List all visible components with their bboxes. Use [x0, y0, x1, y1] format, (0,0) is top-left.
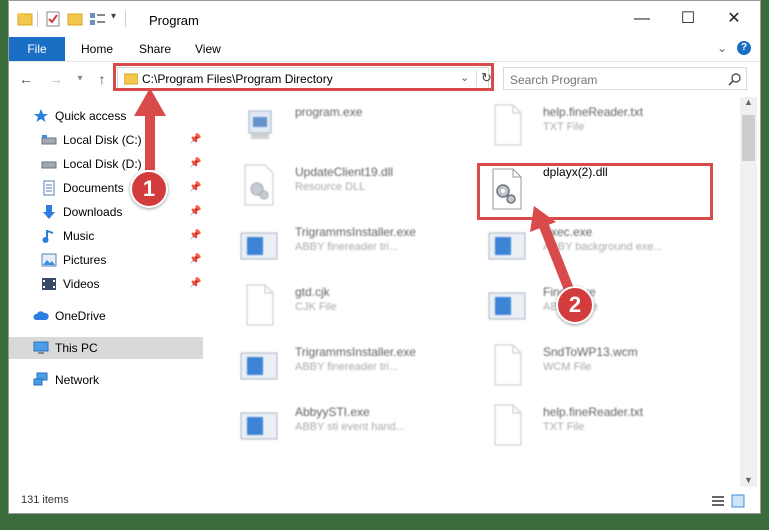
- step-badge-2: 2: [556, 286, 594, 324]
- arrow-1-head: [134, 88, 166, 116]
- annotation-arrows: [134, 88, 575, 294]
- step-badge-1: 1: [130, 170, 168, 208]
- arrow-2-shaft: [539, 224, 575, 294]
